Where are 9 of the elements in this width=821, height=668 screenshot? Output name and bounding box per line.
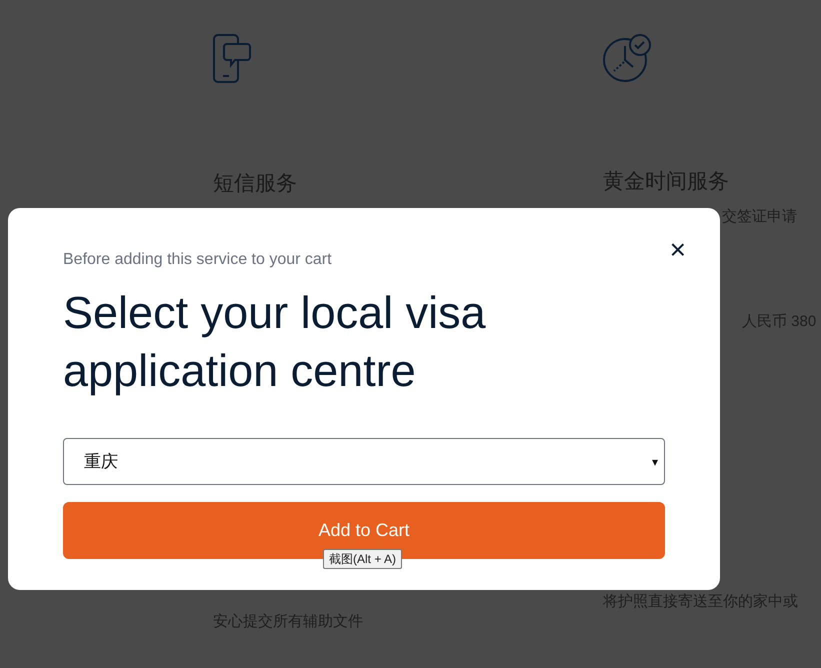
shortcut-tooltip: 截图(Alt + A) — [323, 549, 402, 569]
close-button[interactable]: × — [670, 236, 686, 264]
modal-title: Select your local visa application centre — [63, 286, 487, 398]
caret-icon: ▾ — [652, 452, 658, 470]
location-select[interactable]: 重庆 ▾ — [63, 438, 665, 485]
clock-check-icon — [603, 34, 651, 82]
modal-subtitle: Before adding this service to your cart — [63, 250, 333, 270]
phone-chat-icon — [213, 34, 253, 84]
select-value: 重庆 — [84, 450, 118, 473]
